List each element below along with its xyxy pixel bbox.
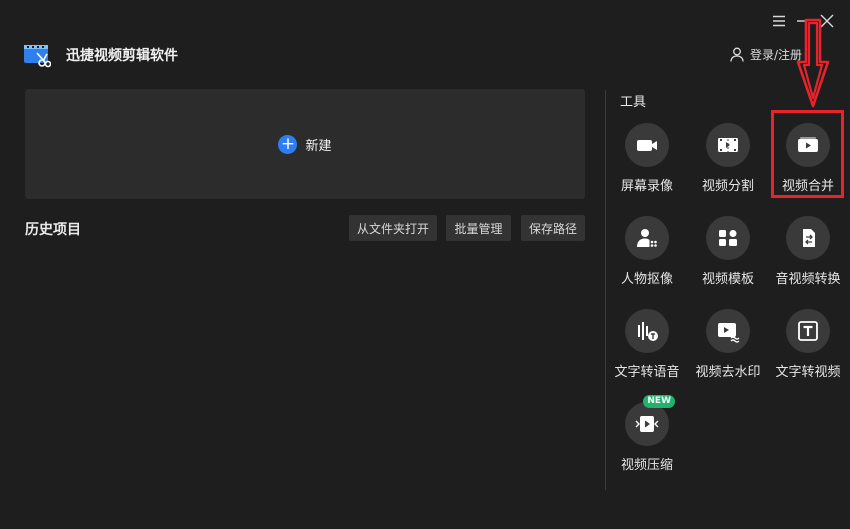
new-label: 新建	[305, 138, 332, 154]
tool-portrait-cutout[interactable]: 人物抠像	[607, 216, 687, 287]
tool-video-template[interactable]: 视频模板	[688, 216, 768, 287]
tool-av-convert[interactable]: 音视频转换	[768, 216, 848, 287]
template-icon	[719, 230, 737, 246]
video-compress-icon	[635, 416, 659, 432]
tool-video-compress[interactable]: NEW 视频压缩	[607, 395, 687, 473]
user-icon	[730, 47, 744, 62]
tools-title: 工具	[620, 95, 647, 110]
plus-icon: +	[278, 134, 298, 154]
login-button[interactable]: 登录/注册	[730, 46, 802, 63]
annotation-arrow	[796, 18, 830, 110]
hamburger-icon	[773, 15, 785, 27]
film-split-icon	[718, 135, 738, 155]
batch-manage-button[interactable]: 批量管理	[446, 215, 511, 241]
watermark-remove-icon	[718, 323, 740, 343]
convert-icon	[803, 229, 815, 247]
history-title: 历史项目	[25, 222, 81, 238]
tool-label: 文字转语音	[614, 365, 680, 380]
tool-label: 视频分割	[701, 179, 754, 194]
tool-label: 视频模板	[701, 272, 754, 287]
menu-button[interactable]	[768, 10, 790, 32]
down-arrow-icon	[796, 18, 830, 108]
tool-screen-record[interactable]: 屏幕录像	[607, 123, 687, 194]
login-label: 登录/注册	[749, 48, 802, 62]
text-to-speech-icon	[638, 322, 658, 341]
open-folder-button[interactable]: 从文件夹打开	[349, 215, 437, 241]
app-title: 迅捷视频剪辑软件	[66, 48, 178, 64]
tool-text-to-speech[interactable]: 文字转语音	[607, 309, 687, 380]
tool-label: 文字转视频	[775, 365, 841, 380]
text-to-video-icon	[798, 321, 818, 341]
app-logo	[23, 42, 52, 68]
tool-watermark-remove[interactable]: 视频去水印	[688, 309, 768, 380]
tool-label: 视频压缩	[620, 458, 673, 473]
tool-label: 人物抠像	[620, 272, 673, 287]
tool-label: 音视频转换	[775, 272, 841, 287]
panel-divider	[605, 90, 606, 490]
new-badge: NEW	[643, 395, 675, 408]
new-project-button[interactable]: + 新建	[25, 89, 585, 199]
save-path-button[interactable]: 保存路径	[521, 215, 585, 241]
camera-icon	[637, 140, 657, 151]
tool-label: 视频去水印	[695, 365, 761, 380]
tool-video-split[interactable]: 视频分割	[688, 123, 768, 194]
tool-text-to-video[interactable]: 文字转视频	[768, 309, 848, 380]
tool-label: 屏幕录像	[620, 179, 673, 194]
clapper-scissors-icon	[24, 45, 52, 68]
portrait-cutout-icon	[637, 229, 657, 247]
highlight-box	[771, 110, 844, 198]
